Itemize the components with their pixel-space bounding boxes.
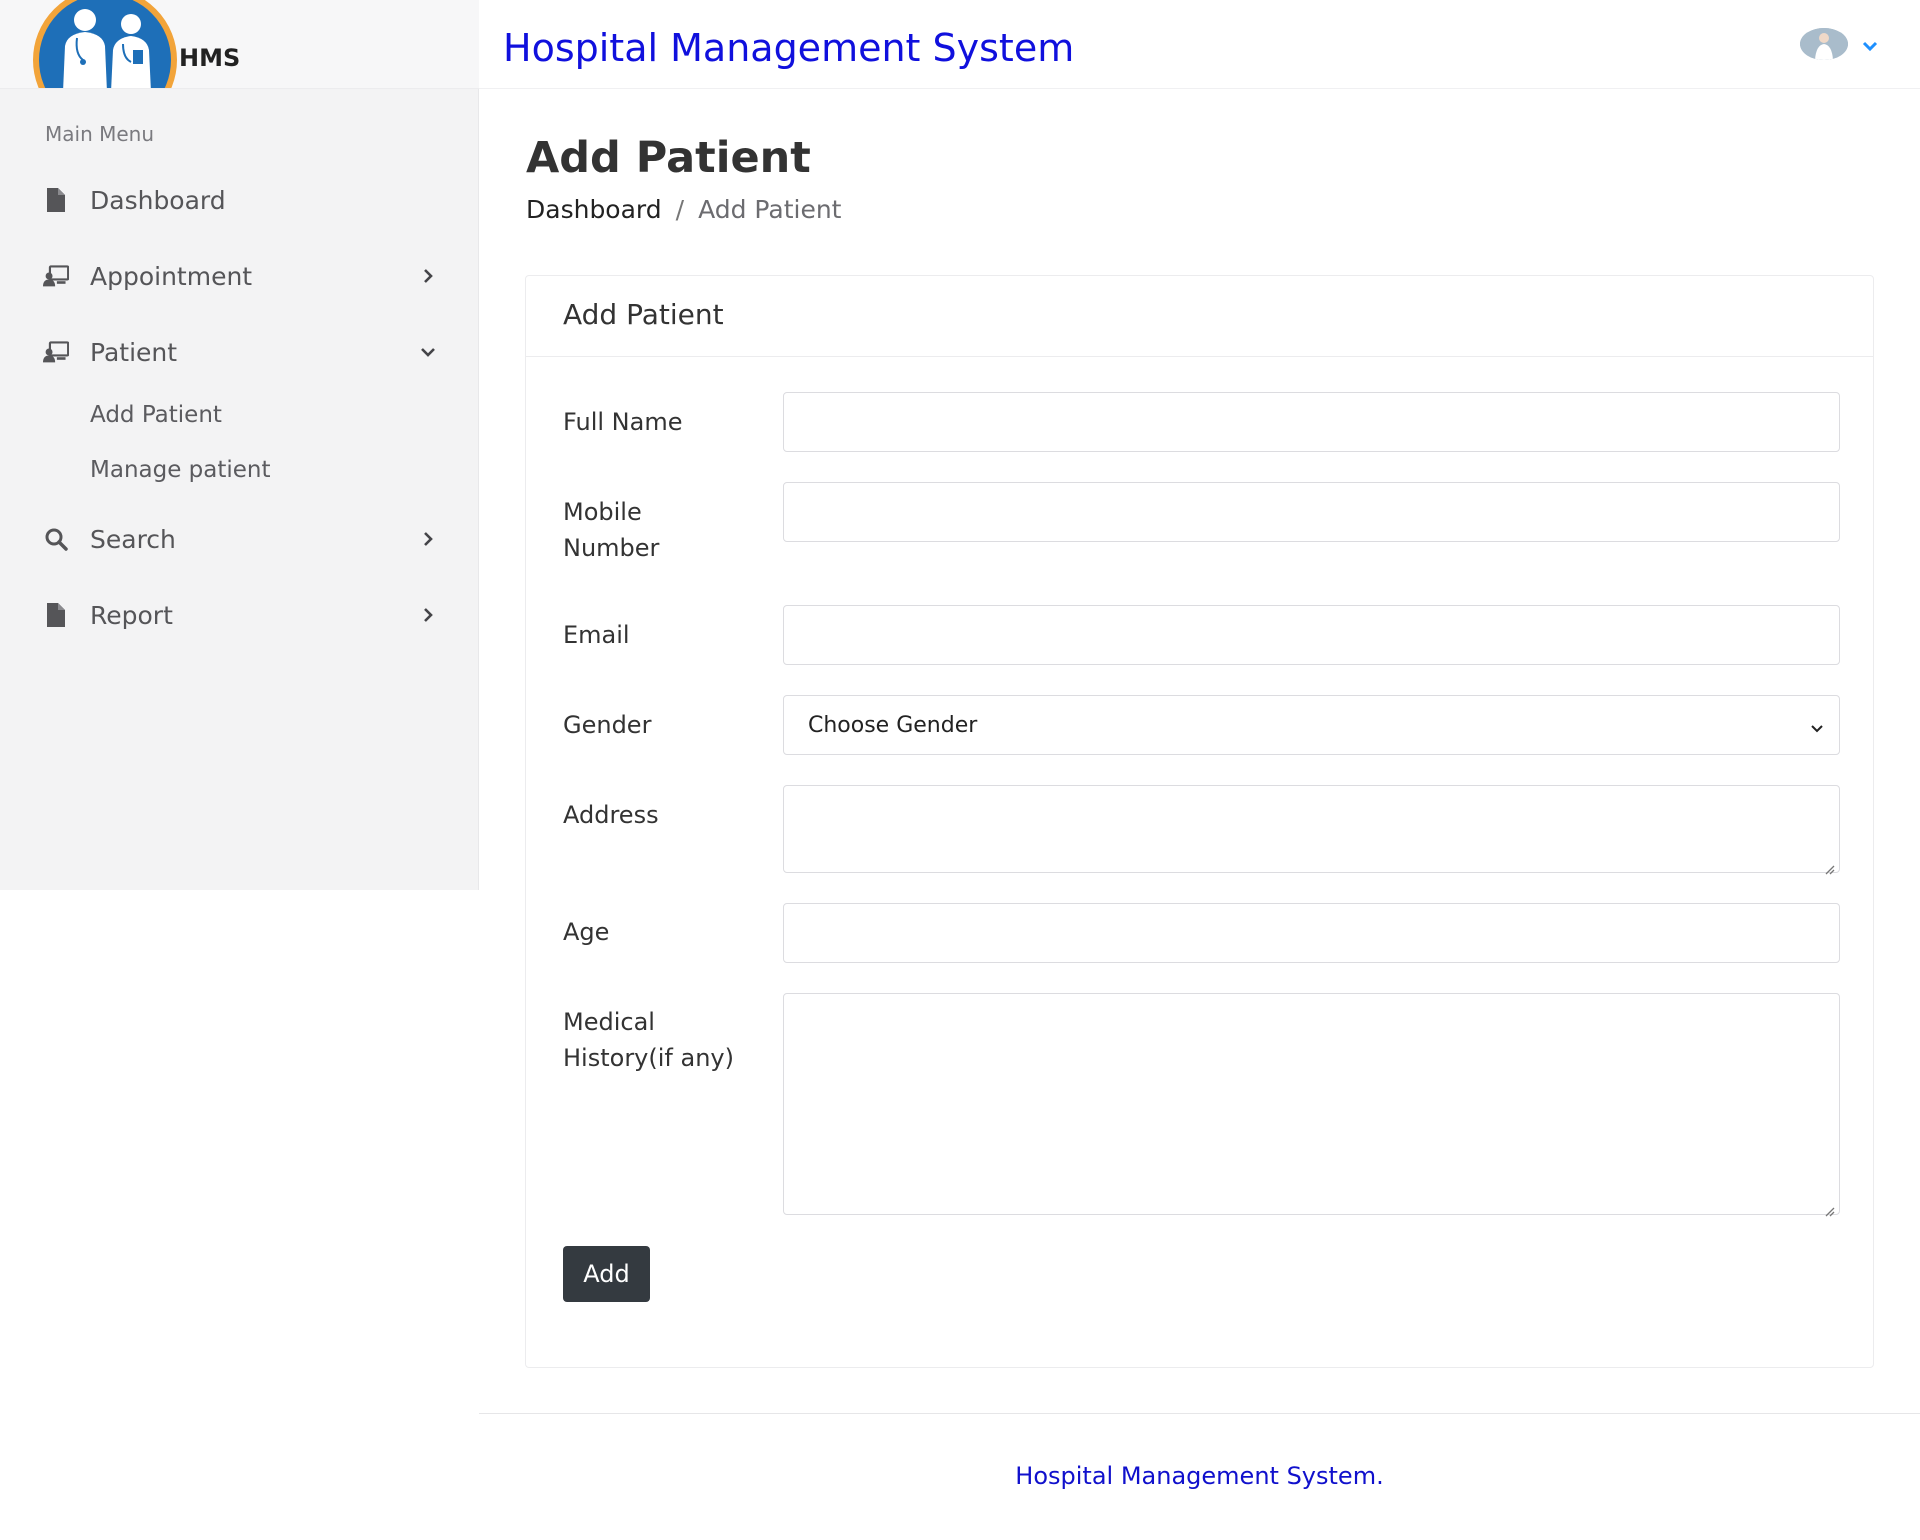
main-menu-heading: Main Menu <box>45 122 155 146</box>
mobile-number-label: Mobile Number <box>563 494 763 566</box>
medical-history-label-line2: History(if any) <box>563 1044 734 1072</box>
gender-label: Gender <box>563 711 652 739</box>
add-patient-card: Add Patient Full Name Mobile Number Emai… <box>525 275 1874 1368</box>
email-label: Email <box>563 621 630 649</box>
address-field[interactable] <box>783 785 1840 875</box>
breadcrumb-dashboard-link[interactable]: Dashboard <box>526 195 662 224</box>
breadcrumb-separator: / <box>675 195 685 224</box>
user-board-icon <box>43 339 69 365</box>
app-title: Hospital Management System <box>503 26 1075 70</box>
medical-history-label: Medical History(if any) <box>563 1004 783 1076</box>
footer-divider <box>479 1413 1920 1414</box>
sidebar: HMS Main Menu Dashboard Appointment Pati… <box>0 0 479 890</box>
mobile-number-label-line2: Number <box>563 534 660 562</box>
chevron-down-icon[interactable] <box>418 342 438 362</box>
sidebar-item-search[interactable]: Search <box>0 509 479 569</box>
add-button[interactable]: Add <box>563 1246 650 1302</box>
age-field[interactable] <box>783 903 1840 963</box>
sidebar-item-label: Appointment <box>90 261 253 291</box>
sidebar-item-label: Dashboard <box>90 185 226 215</box>
sidebar-item-appointment[interactable]: Appointment <box>0 246 479 306</box>
age-label: Age <box>563 918 610 946</box>
card-header: Add Patient <box>526 276 1873 357</box>
hospital-logo <box>33 0 177 88</box>
sidebar-item-report[interactable]: Report <box>0 585 479 645</box>
chevron-down-icon[interactable] <box>1860 36 1880 56</box>
breadcrumb: Dashboard / Add Patient <box>526 195 841 224</box>
sidebar-subitem-manage-patient[interactable]: Manage patient <box>90 457 271 483</box>
chevron-down-icon <box>1809 718 1825 734</box>
sidebar-item-label: Patient <box>90 337 178 367</box>
mobile-number-label-line1: Mobile <box>563 498 642 526</box>
chevron-right-icon[interactable] <box>418 605 438 625</box>
mobile-number-field[interactable] <box>783 482 1840 542</box>
sidebar-subitem-add-patient[interactable]: Add Patient <box>90 402 222 428</box>
gender-select[interactable]: Choose Gender <box>783 695 1840 755</box>
top-header: Hospital Management System <box>479 0 1920 89</box>
medical-history-field[interactable] <box>783 993 1840 1217</box>
document-icon <box>43 602 69 628</box>
brand[interactable]: HMS <box>0 0 479 89</box>
chevron-right-icon[interactable] <box>418 266 438 286</box>
full-name-label: Full Name <box>563 408 683 436</box>
page-title: Add Patient <box>526 133 811 183</box>
sidebar-item-dashboard[interactable]: Dashboard <box>0 170 479 230</box>
footer-text: Hospital Management System. <box>1015 1462 1384 1490</box>
medical-history-label-line1: Medical <box>563 1008 655 1036</box>
breadcrumb-current: Add Patient <box>698 195 842 224</box>
gender-selected-value: Choose Gender <box>808 712 978 738</box>
avatar[interactable] <box>1800 28 1848 60</box>
sidebar-item-label: Search <box>90 524 176 554</box>
address-label: Address <box>563 801 659 829</box>
full-name-field[interactable] <box>783 392 1840 452</box>
chevron-right-icon[interactable] <box>418 529 438 549</box>
resize-grip-icon[interactable] <box>1823 1198 1835 1217</box>
brand-name: HMS <box>179 44 241 72</box>
sidebar-item-label: Report <box>90 600 173 630</box>
user-board-icon <box>43 263 69 289</box>
resize-grip-icon[interactable] <box>1823 856 1835 875</box>
card-title: Add Patient <box>563 298 724 331</box>
app-root: HMS Main Menu Dashboard Appointment Pati… <box>0 0 1920 1540</box>
sidebar-item-patient[interactable]: Patient <box>0 322 479 382</box>
document-icon <box>43 187 69 213</box>
email-field[interactable] <box>783 605 1840 665</box>
search-icon <box>43 526 69 552</box>
